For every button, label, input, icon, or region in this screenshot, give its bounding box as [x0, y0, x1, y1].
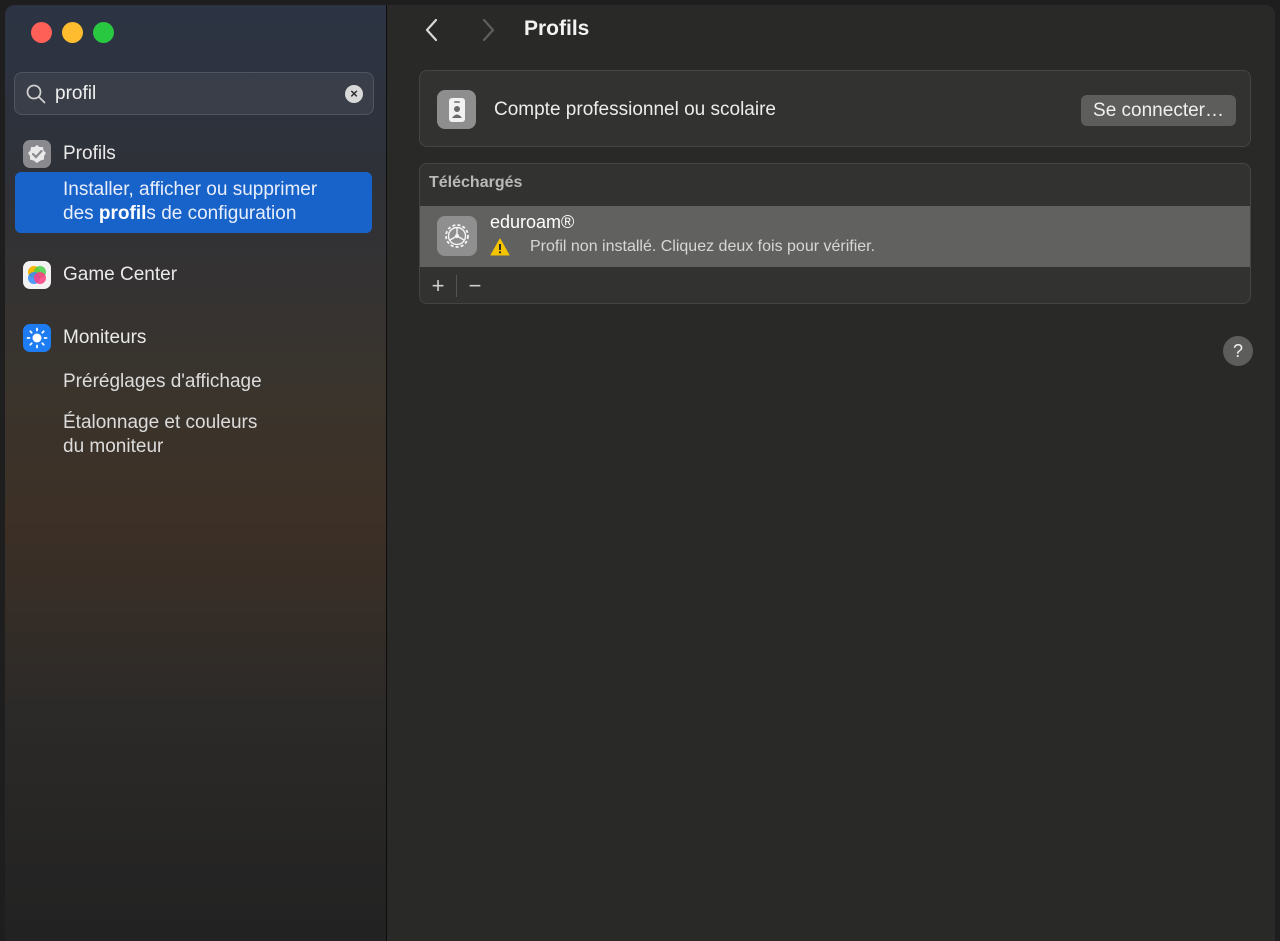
game-center-icon — [23, 261, 51, 289]
close-window-button[interactable] — [31, 22, 52, 43]
sidebar-item-label: Game Center — [63, 264, 178, 285]
window-controls — [31, 22, 114, 43]
search-input[interactable] — [55, 82, 345, 105]
result-line-2: des profils de configuration — [63, 203, 297, 224]
sun-icon — [23, 324, 51, 352]
sidebar-item-profils[interactable]: Profils — [23, 140, 116, 168]
profile-name: eduroam® — [490, 212, 575, 232]
help-button[interactable]: ? — [1223, 336, 1253, 366]
subitem-line-1: Étalonnage et couleurs — [63, 412, 258, 433]
gear-icon — [437, 216, 477, 256]
sidebar-subitem-calibration[interactable]: Étalonnage et couleurs du moniteur — [63, 411, 257, 459]
account-card: Compte professionnel ou scolaire Se conn… — [419, 70, 1251, 147]
warning-icon — [490, 238, 510, 256]
id-badge-icon — [437, 90, 476, 129]
remove-profile-button[interactable]: − — [457, 273, 493, 298]
search-result-configuration-profiles[interactable]: Installer, afficher ou supprimer des pro… — [15, 172, 372, 233]
sidebar: × Profils Installer, afficher ou supprim… — [5, 5, 387, 941]
downloaded-header: Téléchargés — [429, 174, 523, 191]
list-toolbar: + − — [420, 267, 1250, 303]
profile-status: Profil non installé. Cliquez deux fois p… — [530, 238, 876, 255]
settings-window: × Profils Installer, afficher ou supprim… — [5, 5, 1275, 941]
page-title: Profils — [524, 17, 590, 40]
list-item[interactable]: eduroam® Profil non installé. Cliquez de… — [420, 206, 1250, 267]
checkmark-badge-icon — [23, 140, 51, 168]
sidebar-item-label: Profils — [63, 143, 116, 164]
forward-chevron-icon[interactable] — [478, 17, 498, 43]
search-field[interactable]: × — [14, 72, 374, 115]
connect-button[interactable]: Se connecter… — [1081, 95, 1236, 126]
minimize-window-button[interactable] — [62, 22, 83, 43]
add-profile-button[interactable]: + — [420, 273, 456, 298]
sidebar-subitem-display-presets[interactable]: Préréglages d'affichage — [63, 370, 262, 394]
sidebar-item-label: Moniteurs — [63, 327, 147, 348]
downloaded-profiles-card: Téléchargés eduroam® Profil non installé… — [419, 163, 1251, 304]
search-icon — [26, 84, 46, 103]
result-line-1: Installer, afficher ou supprimer — [63, 179, 318, 200]
zoom-window-button[interactable] — [93, 22, 114, 43]
main-pane: Profils Compte professionnel ou scolaire… — [388, 5, 1275, 941]
sidebar-item-moniteurs[interactable]: Moniteurs — [23, 324, 146, 352]
clear-search-icon[interactable]: × — [345, 84, 363, 103]
back-chevron-icon[interactable] — [422, 17, 442, 43]
sidebar-item-game-center[interactable]: Game Center — [23, 261, 177, 289]
subitem-line-2: du moniteur — [63, 436, 164, 457]
account-label: Compte professionnel ou scolaire — [494, 99, 776, 120]
